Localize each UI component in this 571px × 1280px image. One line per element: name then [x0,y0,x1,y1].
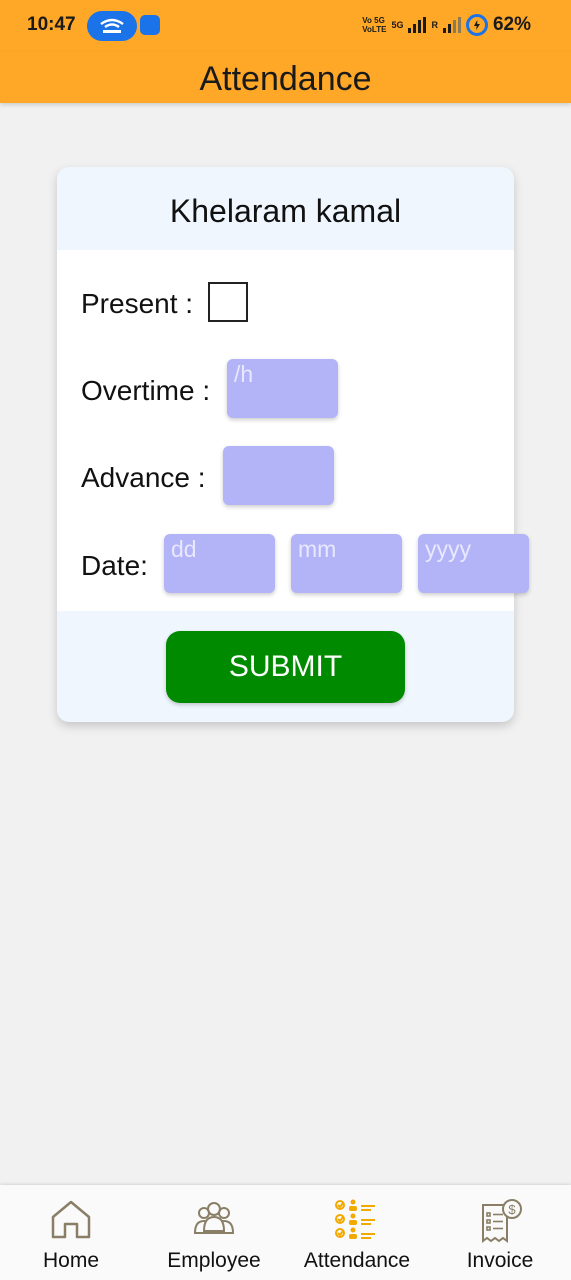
nav-label-employee: Employee [167,1249,261,1272]
present-label: Present : [81,288,194,319]
overtime-input[interactable] [227,359,338,418]
overtime-label: Overtime : [81,375,211,406]
fiveg-label: 5G [391,20,404,30]
nav-item-invoice[interactable]: $ Invoice [429,1185,571,1280]
nav-item-home[interactable]: Home [0,1185,142,1280]
signal-bars-2-icon [442,17,461,33]
nav-label-home: Home [42,1249,100,1272]
date-label: Date: [81,550,148,581]
employee-name: Khelaram kamal [169,193,402,229]
present-checkbox[interactable] [208,282,248,322]
nav-item-employee[interactable]: Employee [143,1185,285,1280]
submit-button[interactable]: SUBMIT [166,631,405,703]
volte-bottom: VoLTE [362,25,387,34]
status-bar: 10:47 Vo 5G VoLTE 5G R 62% [0,0,571,52]
employee-icon [193,1202,235,1234]
roaming-label: R [431,20,438,30]
battery-charging-icon [465,14,488,36]
signal-bars-icon [408,17,427,33]
date-year-input[interactable] [418,534,529,593]
svg-text:$: $ [508,1202,516,1217]
status-time: 10:47 [27,14,76,35]
wifi-icon [100,18,124,33]
status-right: Vo 5G VoLTE 5G R 62% [362,14,531,36]
volte-top: Vo 5G [362,16,385,25]
advance-label: Advance : [81,462,206,493]
advance-input[interactable] [223,446,334,505]
volte-indicator: Vo 5G VoLTE [362,16,386,34]
date-day-input[interactable] [164,534,275,593]
attendance-card: Khelaram kamal Present : Overtime : Adva… [57,167,529,722]
nav-item-attendance[interactable]: Attendance [286,1185,428,1280]
nav-label-attendance: Attendance [303,1249,411,1272]
nav-label-invoice: Invoice [466,1249,534,1272]
battery-percent: 62% [492,14,531,35]
page-title: Attendance [199,60,372,98]
bottom-nav: Home Employee Attendance $ Invoice [0,1185,571,1280]
hotspot-pill [87,11,137,41]
invoice-icon: $ [482,1199,522,1243]
app-header: Attendance [0,52,571,103]
home-icon [51,1200,91,1239]
attendance-form: Present : Overtime : Advance : Date: [57,250,529,611]
app-notification-icon [140,15,160,35]
date-month-input[interactable] [291,534,402,593]
attendance-icon [335,1199,375,1239]
